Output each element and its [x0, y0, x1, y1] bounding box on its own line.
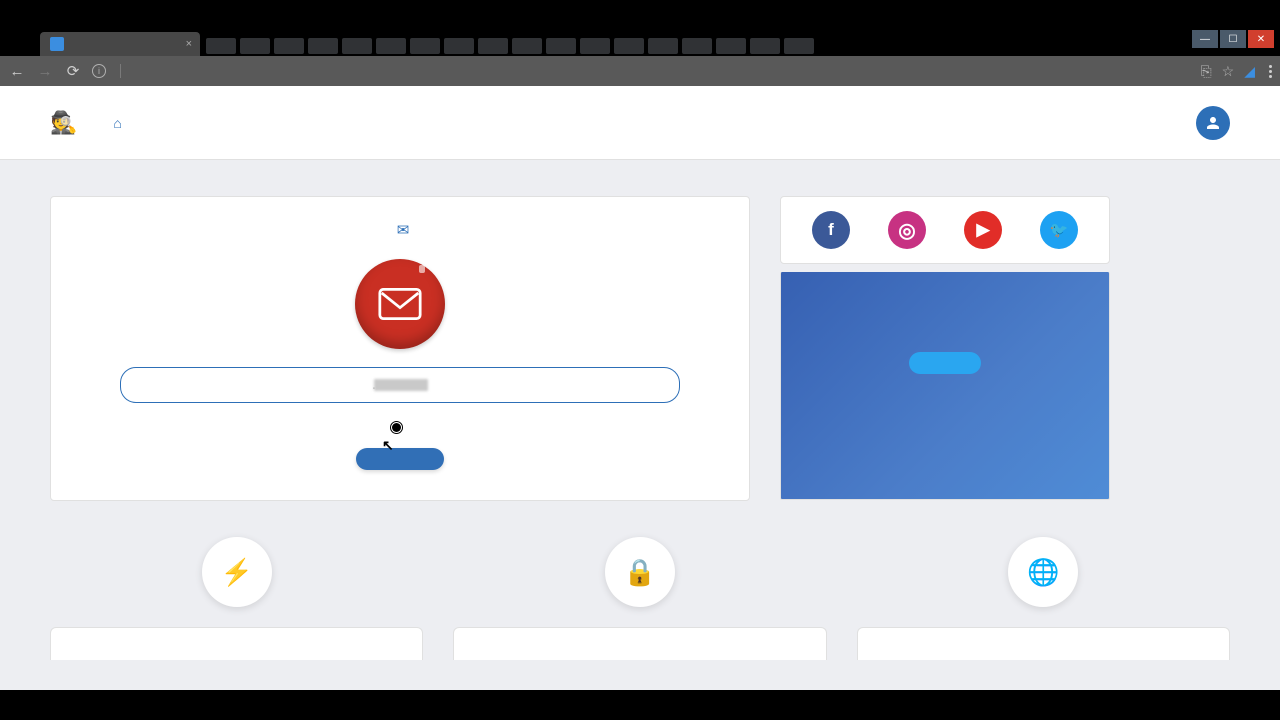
facebook-icon[interactable]: f [812, 211, 850, 249]
user-icon [1204, 114, 1222, 132]
window-min-button[interactable]: — [1192, 30, 1218, 48]
spy-icon: 🕵 [50, 110, 77, 136]
browser-toolbar: ← → ⟳ i ⎘ ☆ ◢ [0, 56, 1280, 86]
card-title: ✉ [391, 221, 410, 239]
twitter-icon[interactable]: 🐦 [1040, 211, 1078, 249]
feature-free: 🌐 [857, 537, 1230, 660]
site-header: 🕵 ⌂ [0, 86, 1280, 160]
cursor-icon: ↖ [382, 437, 394, 454]
youtube-icon[interactable]: ▶ [964, 211, 1002, 249]
translate-icon[interactable]: ⎘ [1200, 63, 1211, 80]
window-max-button[interactable]: ☐ [1220, 30, 1246, 48]
browser-tab-strip: × [0, 30, 1280, 56]
promo-card [780, 272, 1110, 500]
window-close-button[interactable]: ✕ [1248, 30, 1274, 48]
nav-home[interactable]: ⌂ [113, 115, 126, 131]
star-icon[interactable]: ☆ [1222, 63, 1235, 80]
redacted-digits [374, 379, 428, 391]
bolt-icon: ⚡ [202, 537, 272, 607]
home-icon: ⌂ [113, 115, 122, 131]
forward-button[interactable]: → [36, 63, 54, 80]
address-bar[interactable]: i [92, 64, 1190, 78]
background-tabs-blur [206, 34, 1280, 56]
browser-tab-active[interactable]: × [40, 32, 200, 56]
feature-fast: ⚡ [50, 537, 423, 660]
site-logo[interactable]: 🕵 [50, 110, 83, 136]
phone-input-wrap: . [89, 367, 711, 423]
reload-button[interactable]: ⟳ [64, 62, 82, 80]
feature-secure-label [453, 627, 826, 660]
extension-icon[interactable]: ◢ [1244, 63, 1255, 80]
envelope-icon: ✉ [397, 221, 410, 239]
social-card: f ◎ ▶ 🐦 [780, 196, 1110, 264]
promo-cta-button[interactable] [909, 352, 981, 374]
back-button[interactable]: ← [8, 63, 26, 80]
main-nav: ⌂ [113, 115, 162, 131]
user-avatar[interactable] [1196, 106, 1230, 140]
info-icon: i [92, 64, 106, 78]
separator [120, 64, 121, 78]
mail-badge-icon [355, 259, 445, 349]
spy-form-card: ✉ . ↖ [50, 196, 750, 501]
feature-fast-label [50, 627, 423, 660]
phone-input[interactable]: . [120, 367, 680, 403]
feature-free-label [857, 627, 1230, 660]
feature-secure: 🔒 [453, 537, 826, 660]
submit-button[interactable] [356, 448, 444, 470]
instagram-icon[interactable]: ◎ [888, 211, 926, 249]
tos-row[interactable]: ↖ [89, 423, 711, 432]
tos-radio[interactable] [392, 423, 401, 432]
tab-favicon-icon [50, 37, 64, 51]
tab-close-icon[interactable]: × [186, 38, 192, 50]
lock-icon: 🔒 [605, 537, 675, 607]
globe-icon: 🌐 [1008, 537, 1078, 607]
menu-icon[interactable] [1269, 65, 1272, 78]
